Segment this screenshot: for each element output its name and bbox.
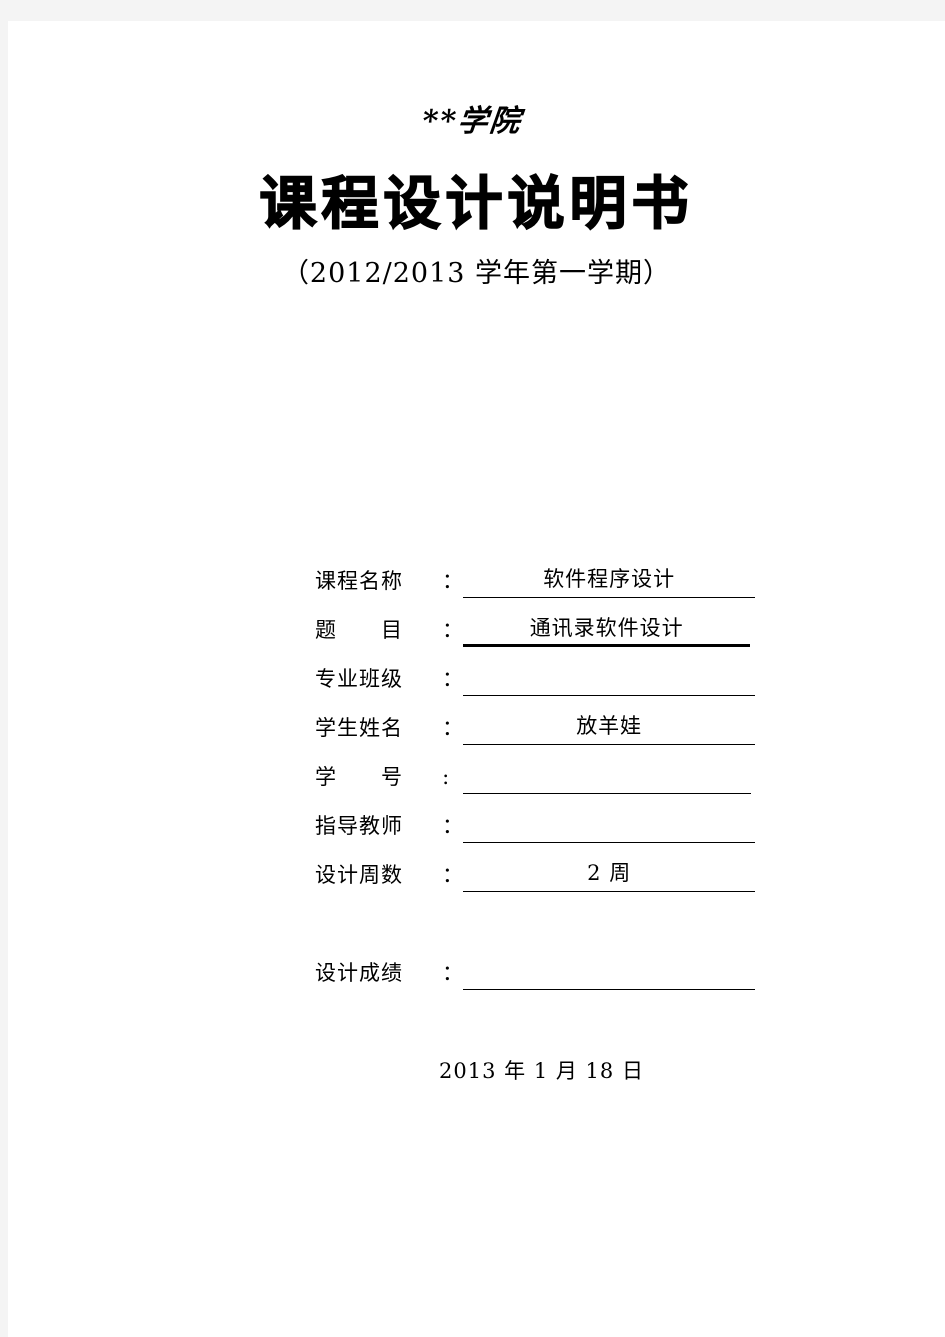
field-value-design-grade[interactable] — [463, 956, 756, 990]
page-title: 课程设计说明书 — [259, 171, 694, 237]
field-label-supervisor: 指导教师 — [315, 814, 403, 838]
field-colon-design-grade: ： — [442, 961, 464, 985]
field-value-course-name[interactable]: 软件程序设计 — [463, 564, 756, 598]
form-row-supervisor: 指导教师 ： — [8, 809, 945, 858]
field-colon-supervisor: ： — [442, 814, 464, 838]
form-row-design-weeks: 设计周数 ： 2 周 — [8, 858, 945, 907]
form-row-student-name: 学生姓名 ： 放羊娃 — [8, 711, 945, 760]
field-value-student-id[interactable] — [463, 760, 752, 794]
field-label-course-name: 课程名称 — [315, 569, 403, 593]
field-label-major-class: 专业班级 — [315, 667, 403, 691]
document-subtitle: （2012/2013 学年第一学期） — [281, 257, 672, 289]
field-colon-major-class: ： — [442, 667, 464, 691]
field-value-student-name[interactable]: 放羊娃 — [463, 711, 756, 745]
field-colon-student-id: : — [442, 765, 450, 789]
field-value-design-weeks[interactable]: 2 周 — [463, 858, 756, 892]
field-colon-design-weeks: ： — [442, 863, 464, 887]
field-value-supervisor[interactable] — [463, 809, 756, 843]
field-label-student-id: 学 号 — [315, 765, 403, 789]
field-label-student-name: 学生姓名 — [315, 716, 403, 740]
field-label-design-grade: 设计成绩 — [315, 961, 403, 985]
field-colon-course-name: ： — [442, 569, 464, 593]
field-colon-topic: ： — [442, 618, 464, 642]
document-date: 2013 年 1 月 18 日 — [439, 1059, 644, 1083]
form-row-topic: 题 目 ： 通讯录软件设计 — [8, 613, 945, 662]
form-row-design-grade: 设计成绩 ： — [8, 956, 945, 1005]
document-header: **学院 课程设计说明书 （2012/2013 学年第一学期） — [8, 21, 945, 289]
form-row-major-class: 专业班级 ： — [8, 662, 945, 711]
form-row-course-name: 课程名称 ： 软件程序设计 — [8, 564, 945, 613]
field-colon-student-name: ： — [442, 716, 464, 740]
cover-form: 课程名称 ： 软件程序设计 题 目 ： 通讯录软件设计 专业班级 ： 学生姓名 … — [8, 564, 945, 1005]
field-value-major-class[interactable] — [463, 662, 756, 696]
form-row-student-id: 学 号 : — [8, 760, 945, 809]
field-value-topic[interactable]: 通讯录软件设计 — [463, 613, 751, 647]
school-name: **学院 — [420, 104, 524, 139]
field-label-design-weeks: 设计周数 — [315, 863, 403, 887]
field-label-topic: 题 目 — [315, 618, 403, 642]
document-page: **学院 课程设计说明书 （2012/2013 学年第一学期） 课程名称 ： 软… — [8, 21, 945, 1337]
